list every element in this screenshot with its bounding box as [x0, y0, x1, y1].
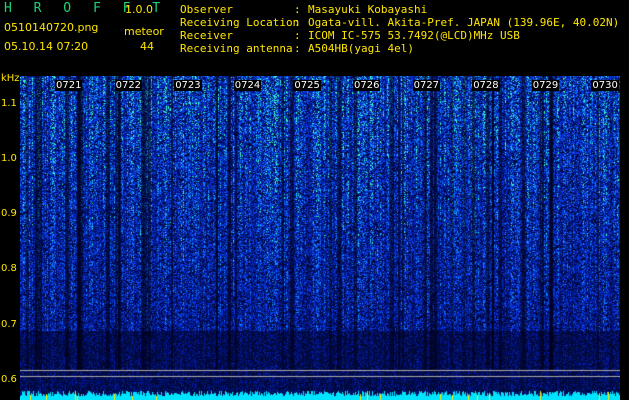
y-axis-unit: kHz	[1, 73, 20, 84]
station-info: Observer : Masayuki Kobayashi Receiving …	[180, 3, 619, 55]
time-label: 0721	[55, 80, 83, 91]
meteor-label: meteor	[124, 25, 164, 38]
info-value: Ogata-vill. Akita-Pref. JAPAN (139.96E, …	[308, 16, 620, 29]
time-label: 0722	[114, 80, 143, 91]
info-row-antenna: Receiving antenna : A504HB(yagi 4el)	[180, 42, 619, 55]
y-tick-label: 1.1	[1, 97, 17, 109]
info-key: Receiving antenna	[180, 42, 293, 55]
time-label: 0727	[412, 80, 441, 91]
info-row-receiver: Receiver : ICOM IC-575 53.7492(@LCD)MHz …	[180, 29, 619, 42]
header-panel: H R O F F T 1.0.0 0510140720.png meteor …	[0, 0, 629, 76]
app-version: 1.0.0	[125, 3, 153, 16]
info-value: ICOM IC-575 53.7492(@LCD)MHz USB	[308, 29, 520, 42]
time-label: 0729	[531, 80, 560, 91]
info-key: Receiving Location	[180, 16, 300, 29]
info-value: Masayuki Kobayashi	[308, 3, 428, 16]
y-tick-label: 0.9	[1, 208, 17, 220]
info-sep: :	[294, 29, 301, 42]
time-label: 0725	[293, 80, 321, 91]
meteor-count: 44	[140, 40, 154, 53]
info-value: A504HB(yagi 4el)	[308, 42, 414, 55]
info-sep: :	[294, 16, 301, 29]
y-tick-label: 1.0	[1, 152, 17, 164]
info-row-observer: Observer : Masayuki Kobayashi	[180, 3, 619, 16]
y-tick-label: 0.8	[1, 263, 17, 275]
info-row-location: Receiving Location : Ogata-vill. Akita-P…	[180, 16, 619, 29]
time-label: 0723	[174, 80, 202, 91]
spectrogram	[20, 76, 620, 400]
time-label: 0726	[353, 80, 381, 91]
time-label: 0730	[591, 80, 619, 91]
info-key: Observer	[180, 3, 233, 16]
y-tick-label: 0.7	[1, 318, 17, 330]
y-tick-label: 0.6	[1, 374, 17, 385]
capture-datetime: 05.10.14 07:20	[4, 40, 89, 53]
time-label: 0724	[233, 80, 262, 91]
file-name: 0510140720.png	[4, 21, 99, 34]
time-label: 0728	[472, 80, 500, 91]
info-key: Receiver	[180, 29, 233, 42]
info-sep: :	[294, 3, 301, 16]
info-sep: :	[294, 42, 301, 55]
